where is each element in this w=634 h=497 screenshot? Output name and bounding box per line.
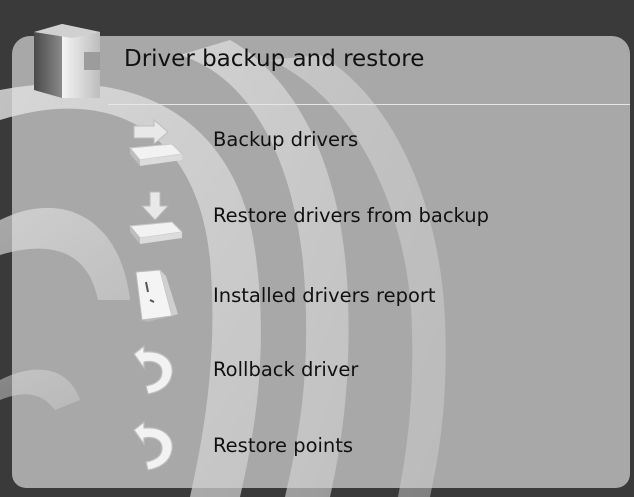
panel-title: Driver backup and restore xyxy=(124,46,425,72)
menu-item-backup-drivers[interactable]: Backup drivers xyxy=(120,110,620,174)
menu-item-label: Backup drivers xyxy=(213,128,359,151)
menu-item-label: Restore points xyxy=(213,434,354,457)
backup-drive-icon xyxy=(129,118,184,166)
restore-drive-icon xyxy=(129,191,184,244)
menu-item-label: Installed drivers report xyxy=(213,284,436,307)
menu-item-restore-points[interactable]: Restore points xyxy=(120,416,620,480)
driver-box-icon xyxy=(34,24,100,98)
menu-item-label: Rollback driver xyxy=(213,358,359,381)
menu-item-installed-drivers-report[interactable]: Installed drivers report xyxy=(120,266,620,330)
title-divider xyxy=(108,104,630,105)
menu-item-label: Restore drivers from backup xyxy=(213,204,489,227)
restore-arrow-icon xyxy=(133,420,173,471)
window-frame: Driver backup and restore Backup drivers… xyxy=(0,0,634,497)
menu-item-rollback-driver[interactable]: Rollback driver xyxy=(120,340,620,404)
report-page-icon xyxy=(135,269,178,322)
menu-item-restore-drivers[interactable]: Restore drivers from backup xyxy=(120,186,620,250)
rollback-arrow-icon xyxy=(133,344,173,395)
